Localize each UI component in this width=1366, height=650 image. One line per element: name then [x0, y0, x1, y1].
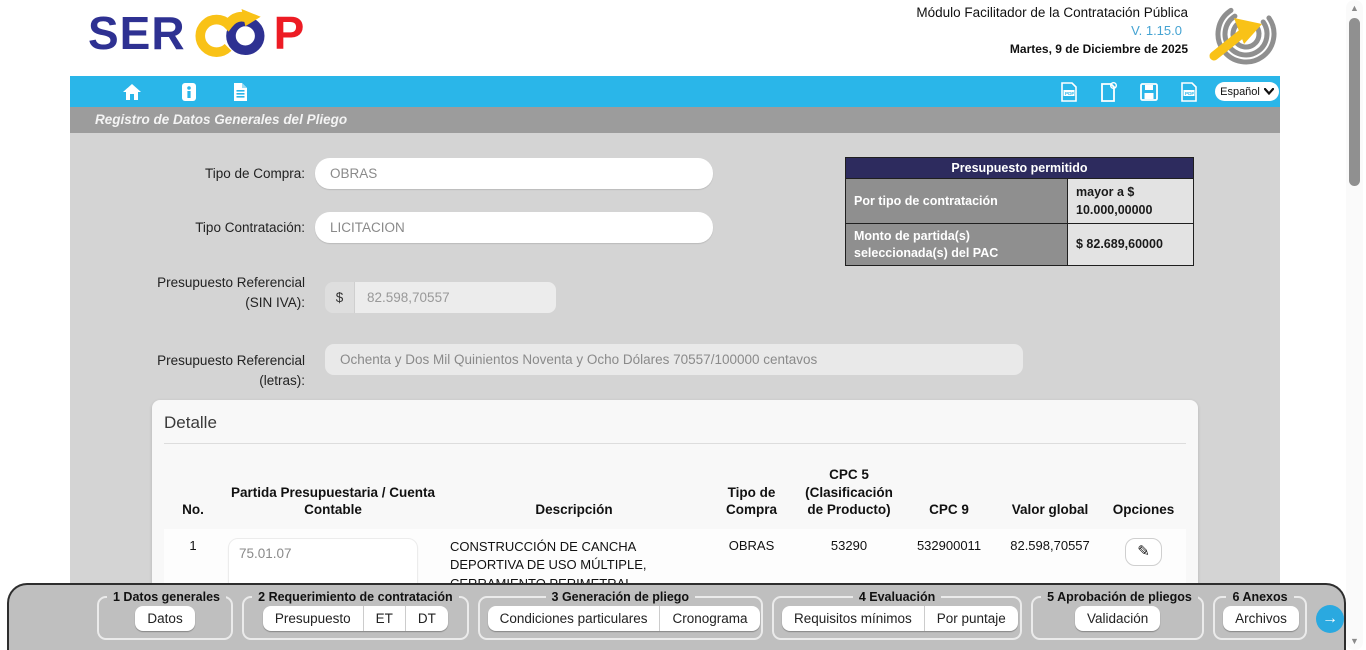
new-document-icon[interactable]	[1098, 82, 1118, 102]
nav-group-anexos: 6 Anexos Archivos	[1213, 590, 1307, 640]
nav-group-legend: 2 Requerimiento de contratación	[252, 590, 458, 604]
datos-button[interactable]: Datos	[135, 606, 194, 631]
scrollbar-thumb[interactable]	[1349, 18, 1360, 186]
nav-group-generacion-pliego: 3 Generación de pliego Condiciones parti…	[478, 590, 763, 640]
nav-group-legend: 6 Anexos	[1226, 590, 1293, 604]
archivos-button[interactable]: Archivos	[1223, 606, 1299, 631]
tipo-compra-label: Tipo de Compra:	[130, 158, 305, 189]
requisitos-minimos-button[interactable]: Requisitos mínimos	[782, 606, 925, 631]
pp-row-label: Monto de partida(s) seleccionada(s) del …	[846, 224, 1068, 266]
tipo-contratacion-label: Tipo Contratación:	[130, 212, 305, 243]
swirl-cursor-logo-icon	[1190, 4, 1278, 66]
save-icon[interactable]	[1139, 82, 1159, 102]
col-header-no: No.	[164, 444, 222, 529]
col-header-cpc5: CPC 5 (Clasificación de Producto)	[799, 444, 899, 529]
svg-text:PDF: PDF	[1185, 91, 1194, 96]
chevron-down-icon	[1264, 88, 1274, 95]
et-button[interactable]: ET	[364, 606, 406, 631]
presupuesto-sin-iva-group: $ 82.598,70557	[325, 282, 556, 313]
nav-group-requerimiento: 2 Requerimiento de contratación Presupue…	[242, 590, 468, 640]
nav-group-datos-generales: 1 Datos generales Datos	[97, 590, 233, 640]
pp-row-value: $ 82.689,60000	[1068, 224, 1194, 266]
sercop-logo: SER P	[88, 6, 305, 60]
nav-group-legend: 1 Datos generales	[107, 590, 226, 604]
app-info: Módulo Facilitador de la Contratación Pú…	[916, 5, 1188, 56]
document-icon[interactable]	[230, 82, 250, 102]
presupuesto-letras-label: Presupuesto Referencial (letras):	[110, 351, 305, 391]
logo-text-prefix: SER	[88, 7, 186, 59]
language-select[interactable]: Español	[1215, 82, 1279, 101]
info-icon[interactable]	[179, 82, 199, 102]
app-title: Módulo Facilitador de la Contratación Pú…	[916, 5, 1188, 20]
por-puntaje-button[interactable]: Por puntaje	[925, 606, 1018, 631]
nav-group-aprobacion: 5 Aprobación de pliegos Validación	[1031, 590, 1204, 640]
presupuesto-sin-iva-label: Presupuesto Referencial (SIN IVA):	[130, 273, 305, 313]
col-header-opciones: Opciones	[1101, 444, 1186, 529]
tipo-contratacion-input[interactable]: LICITACION	[315, 212, 713, 243]
nav-group-legend: 4 Evaluación	[853, 590, 941, 604]
col-header-valor-global: Valor global	[999, 444, 1101, 529]
presupuesto-sin-iva-input: 82.598,70557	[355, 282, 556, 313]
toolbar: PDF PDF Español	[70, 76, 1280, 107]
page-title-bar: Registro de Datos Generales del Pliego	[70, 107, 1280, 133]
home-icon[interactable]	[122, 82, 142, 102]
scroll-down-icon[interactable]: ▼	[1346, 636, 1363, 646]
col-header-partida: Partida Presupuestaria / Cuenta Contable	[222, 444, 444, 529]
pdf-export-icon[interactable]: PDF	[1059, 82, 1079, 102]
col-header-descripcion: Descripción	[444, 444, 704, 529]
presupuesto-permitido-table: Presupuesto permitido Por tipo de contra…	[845, 157, 1194, 266]
pp-row-value: mayor a $ 10.000,00000	[1068, 179, 1194, 224]
nav-group-legend: 3 Generación de pliego	[546, 590, 696, 604]
bottom-nav-bar: 1 Datos generales Datos 2 Requerimiento …	[7, 583, 1346, 650]
dt-button[interactable]: DT	[406, 606, 448, 631]
condiciones-particulares-button[interactable]: Condiciones particulares	[488, 606, 661, 631]
edit-pencil-icon[interactable]: ✎	[1125, 538, 1162, 566]
logo-text-suffix: P	[274, 7, 306, 59]
detalle-title: Detalle	[152, 400, 1198, 433]
pp-row-label: Por tipo de contratación	[846, 179, 1068, 224]
col-header-cpc9: CPC 9	[899, 444, 999, 529]
language-select-value: Español	[1220, 86, 1260, 98]
nav-group-legend: 5 Aprobación de pliegos	[1041, 590, 1198, 604]
nav-group-evaluacion: 4 Evaluación Requisitos mínimos Por punt…	[772, 590, 1022, 640]
cronograma-button[interactable]: Cronograma	[660, 606, 759, 631]
vertical-scrollbar[interactable]: ▲ ▼	[1346, 0, 1363, 650]
app-version: V. 1.15.0	[916, 23, 1188, 38]
logo-co-swoosh-icon	[184, 9, 276, 57]
pdf-export-icon[interactable]: PDF	[1179, 82, 1199, 102]
app-date: Martes, 9 de Diciembre de 2025	[916, 42, 1188, 56]
page-title: Registro de Datos Generales del Pliego	[70, 107, 1280, 133]
presupuesto-button[interactable]: Presupuesto	[263, 606, 364, 631]
presupuesto-letras-input: Ochenta y Dos Mil Quinientos Noventa y O…	[325, 344, 1023, 375]
scroll-up-icon[interactable]: ▲	[1346, 3, 1363, 13]
validacion-button[interactable]: Validación	[1075, 606, 1160, 631]
svg-text:PDF: PDF	[1065, 91, 1074, 96]
tipo-compra-input[interactable]: OBRAS	[315, 158, 713, 189]
next-arrow-button[interactable]: →	[1316, 605, 1344, 633]
col-header-tipo-compra: Tipo de Compra	[704, 444, 799, 529]
currency-symbol: $	[325, 282, 355, 313]
presupuesto-permitido-title: Presupuesto permitido	[846, 158, 1194, 179]
